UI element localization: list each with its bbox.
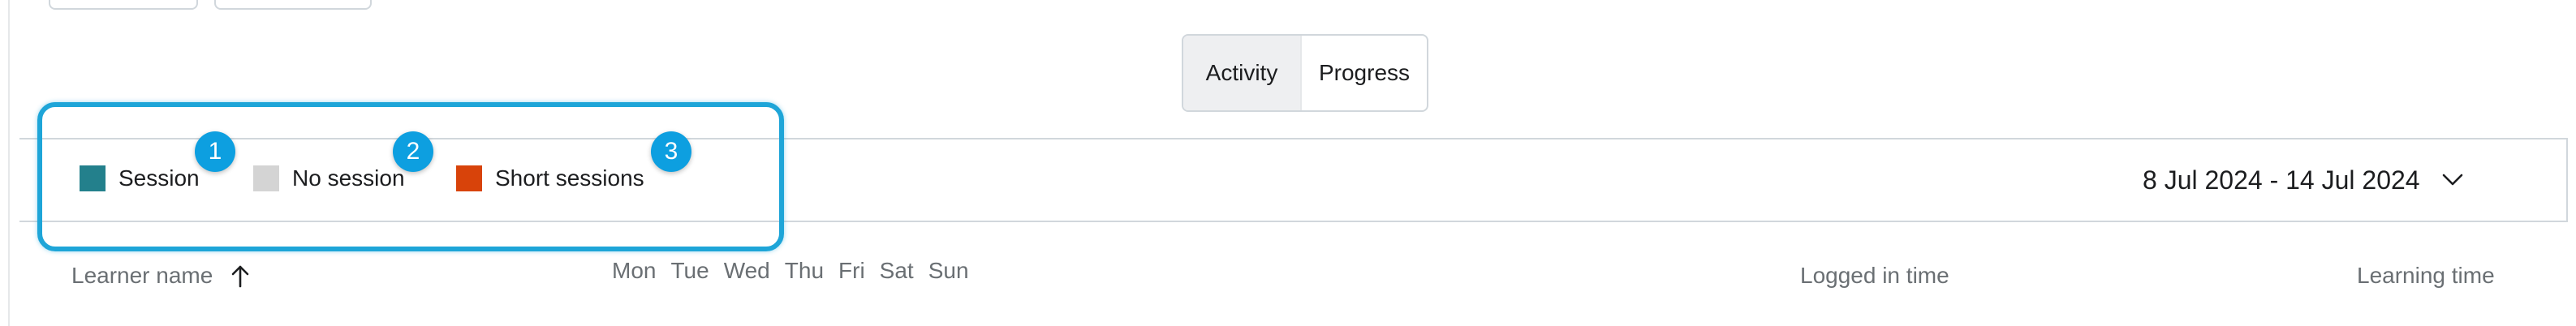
legend-item-no-session: No session (253, 165, 405, 191)
day-fri: Fri (838, 258, 865, 283)
table-header-row: Learner name Mon Tue Wed Thu Fri Sat Sun… (0, 258, 2576, 298)
legend-label-session: Session (118, 165, 200, 191)
callout-badge-2: 2 (393, 131, 433, 172)
callout-badge-1: 1 (195, 131, 235, 172)
legend-label-short-sessions: Short sessions (495, 165, 644, 191)
day-mon: Mon (612, 258, 657, 283)
legend-item-short-sessions: Short sessions (456, 165, 644, 191)
top-control-stub-2[interactable] (214, 0, 372, 10)
date-range-label: 8 Jul 2024 - 14 Jul 2024 (2143, 165, 2420, 195)
day-tue: Tue (670, 258, 709, 283)
tab-activity[interactable]: Activity (1183, 36, 1300, 110)
top-control-stub-1[interactable] (49, 0, 198, 10)
sort-arrow-up-icon (229, 264, 252, 288)
legend-label-no-session: No session (292, 165, 405, 191)
session-swatch (80, 165, 106, 191)
callout-badge-3: 3 (651, 131, 691, 172)
short-sessions-swatch (456, 165, 482, 191)
day-wed: Wed (723, 258, 770, 283)
weekday-headers: Mon Tue Wed Thu Fri Sat Sun (612, 258, 984, 284)
tab-progress[interactable]: Progress (1300, 36, 1427, 110)
date-range-dropdown[interactable]: 8 Jul 2024 - 14 Jul 2024 (2143, 162, 2464, 198)
day-sat: Sat (879, 258, 914, 283)
day-sun: Sun (928, 258, 969, 283)
learner-name-label: Learner name (71, 263, 213, 288)
no-session-swatch (253, 165, 279, 191)
column-header-learner-name[interactable]: Learner name (71, 263, 252, 289)
column-header-logged-in-time[interactable]: Logged in time (1800, 263, 1949, 289)
legend-item-session: Session (80, 165, 200, 191)
chevron-down-icon (2441, 169, 2464, 191)
day-thu: Thu (784, 258, 825, 283)
view-tab-group: Activity Progress (1182, 34, 1428, 112)
column-header-learning-time[interactable]: Learning time (2357, 263, 2495, 289)
